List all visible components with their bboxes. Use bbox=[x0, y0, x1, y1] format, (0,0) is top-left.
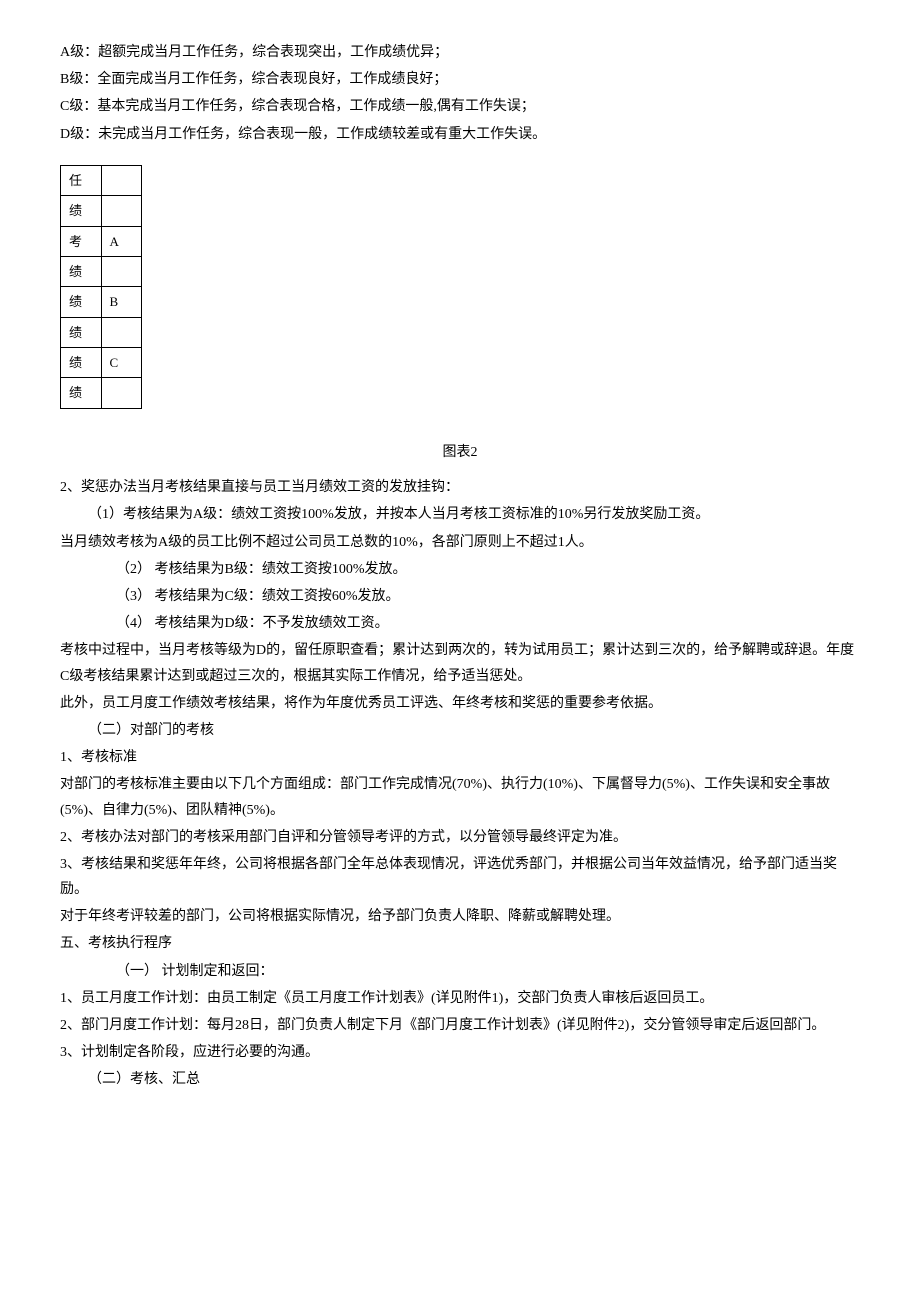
table-row: 绩 bbox=[61, 196, 141, 226]
para-18: 2、部门月度工作计划：每月28日，部门负责人制定下月《部门月度工作计划表》(详见… bbox=[60, 1013, 860, 1038]
grade-a: A级：超额完成当月工作任务，综合表现突出，工作成绩优异； bbox=[60, 40, 860, 65]
para-3: 当月绩效考核为A级的员工比例不超过公司员工总数的10%，各部门原则上不超过1人。 bbox=[60, 530, 860, 555]
para-5: （3） 考核结果为C级：绩效工资按60%发放。 bbox=[60, 584, 860, 609]
para-8: 此外，员工月度工作绩效考核结果，将作为年度优秀员工评选、年终考核和奖惩的重要参考… bbox=[60, 691, 860, 716]
para-15: 五、考核执行程序 bbox=[60, 931, 860, 956]
para-11: 对部门的考核标准主要由以下几个方面组成：部门工作完成情况(70%)、执行力(10… bbox=[60, 772, 860, 822]
para-6: （4） 考核结果为D级：不予发放绩效工资。 bbox=[60, 611, 860, 636]
grade-c: C级：基本完成当月工作任务，综合表现合格，工作成绩一般,偶有工作失误； bbox=[60, 94, 860, 119]
para-1: 2、奖惩办法当月考核结果直接与员工当月绩效工资的发放挂钩： bbox=[60, 475, 860, 500]
para-16: （一） 计划制定和返回： bbox=[60, 959, 860, 984]
para-4: （2） 考核结果为B级：绩效工资按100%发放。 bbox=[60, 557, 860, 582]
table-row: 考 A bbox=[61, 226, 141, 256]
table-row: 绩 B bbox=[61, 287, 141, 317]
para-17: 1、员工月度工作计划：由员工制定《员工月度工作计划表》(详见附件1)，交部门负责… bbox=[60, 986, 860, 1011]
table-row: 绩 C bbox=[61, 348, 141, 378]
para-7: 考核中过程中，当月考核等级为D的，留任原职查看；累计达到两次的，转为试用员工；累… bbox=[60, 638, 860, 688]
para-9: （二）对部门的考核 bbox=[60, 718, 860, 743]
grade-d: D级：未完成当月工作任务，综合表现一般，工作成绩较差或有重大工作失误。 bbox=[60, 122, 860, 147]
para-12: 2、考核办法对部门的考核采用部门自评和分管领导考评的方式，以分管领导最终评定为准… bbox=[60, 825, 860, 850]
para-14: 对于年终考评较差的部门，公司将根据实际情况，给予部门负责人降职、降薪或解聘处理。 bbox=[60, 904, 860, 929]
para-20: （二）考核、汇总 bbox=[60, 1067, 860, 1092]
table-row: 绩 bbox=[61, 317, 141, 347]
grade-b: B级：全面完成当月工作任务，综合表现良好，工作成绩良好； bbox=[60, 67, 860, 92]
document-content: A级：超额完成当月工作任务，综合表现突出，工作成绩优异； B级：全面完成当月工作… bbox=[60, 40, 860, 1093]
table-container: 任 绩 考 A 绩 绩 B bbox=[60, 165, 142, 409]
para-2: （1）考核结果为A级：绩效工资按100%发放，并按本人当月考核工资标准的10%另… bbox=[60, 502, 860, 527]
para-10: 1、考核标准 bbox=[60, 745, 860, 770]
para-13: 3、考核结果和奖惩年年终，公司将根据各部门全年总体表现情况，评选优秀部门，并根据… bbox=[60, 852, 860, 902]
table-row: 绩 bbox=[61, 378, 141, 408]
figure-caption: 图表2 bbox=[60, 440, 860, 465]
table-row: 任 bbox=[61, 166, 141, 196]
para-19: 3、计划制定各阶段，应进行必要的沟通。 bbox=[60, 1040, 860, 1065]
table-row: 绩 bbox=[61, 256, 141, 286]
